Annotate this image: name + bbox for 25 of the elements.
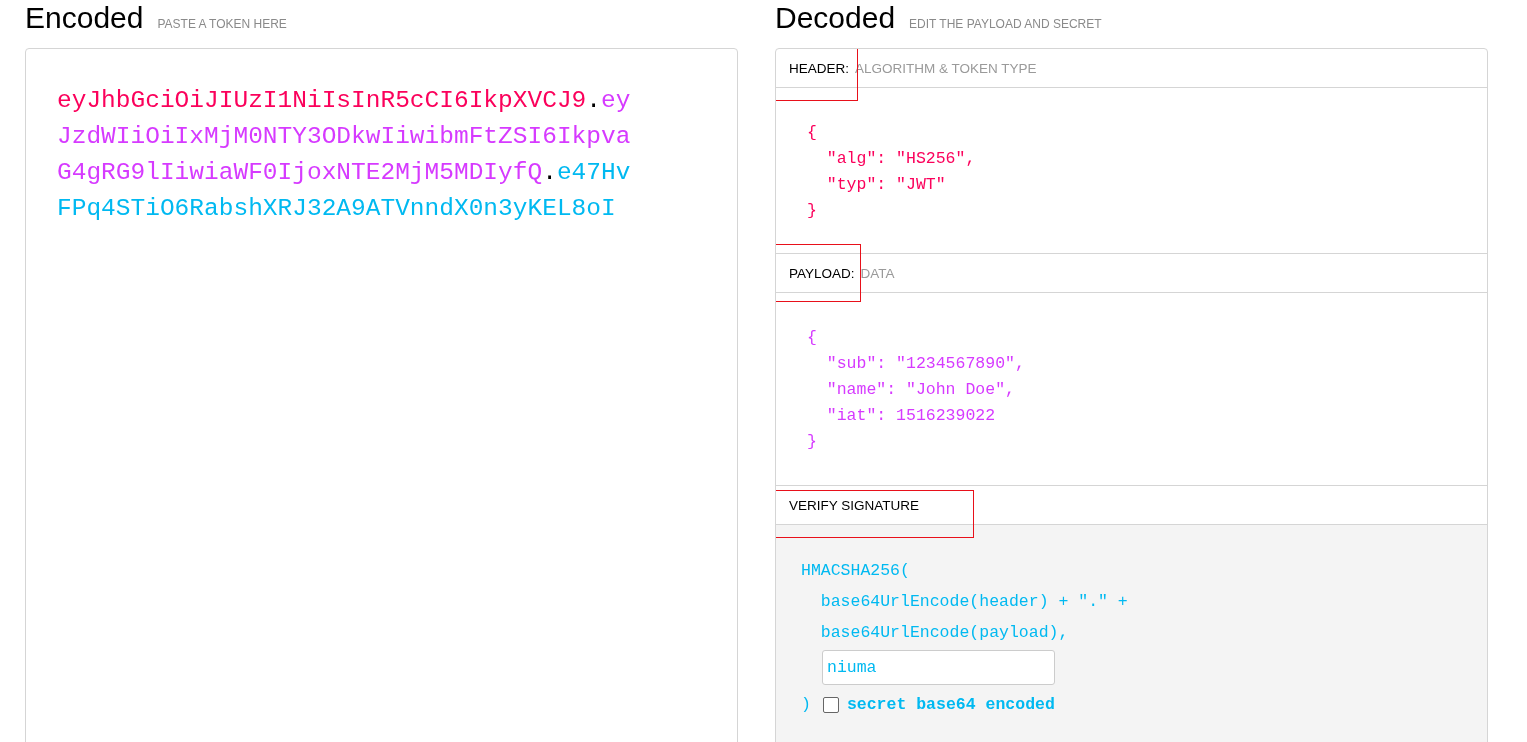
code-line: base64UrlEncode(header) + "." + [819,591,1129,613]
code-line: } [807,431,818,453]
code-line: "name": "John Doe", [825,379,1016,401]
code-line: { [807,327,818,349]
panel-hint: EDIT THE PAYLOAD AND SECRET [909,17,1102,31]
checkbox-label: secret base64 encoded [846,694,1055,716]
code-line: { [807,122,818,144]
panel-title: Encoded [25,0,144,36]
section-label: PAYLOAD: [789,265,855,281]
code-line: HMACSHA256( [801,560,911,582]
section-hint: DATA [860,265,895,281]
code-line: base64UrlEncode(payload), [819,622,1070,644]
panel-hint: PASTE A TOKEN HERE [157,17,287,31]
code-line: } [807,200,818,222]
section-label: HEADER: [789,60,849,76]
code-line: "iat": 1516239022 [825,405,997,427]
panel-title: Decoded [775,0,896,36]
checkbox[interactable] [822,696,839,713]
code-line: "alg": "HS256", [825,148,977,170]
code-line: "typ": "JWT" [825,174,947,196]
encoded-token: eyJhbGciOiJIUzI1NiIsInR5cCI6IkpXVCJ9.eyJzdWIiOiIxMjM0NTY3ODkwIiwibmFtZSI6IkpvaG4gRG9lIiwiaWF0IjoxNTE2MjM5MDIyfQ.e47HvFPq4STiO6RabshXRJ32A9ATVnndX0n3yKEL8oI [57,86,631,224]
token-input[interactable]: eyJhbGciOiJIUzI1NiIsInR5cCI6IkpXVCJ9.eyJzdWIiOiIxMjM0NTY3ODkwIiwibmFtZSI6IkpvaG4gRG9lIiwiaWF0IjoxNTE2MjM5MDIyfQ.e47HvFPq4STiO6RabshXRJ32A9ATVnndX0n3yKEL8oI [25,48,738,742]
code-line: "sub": "1234567890", [825,353,1026,375]
section-label: VERIFY SIGNATURE [789,497,920,513]
code-line: ) [801,694,811,716]
